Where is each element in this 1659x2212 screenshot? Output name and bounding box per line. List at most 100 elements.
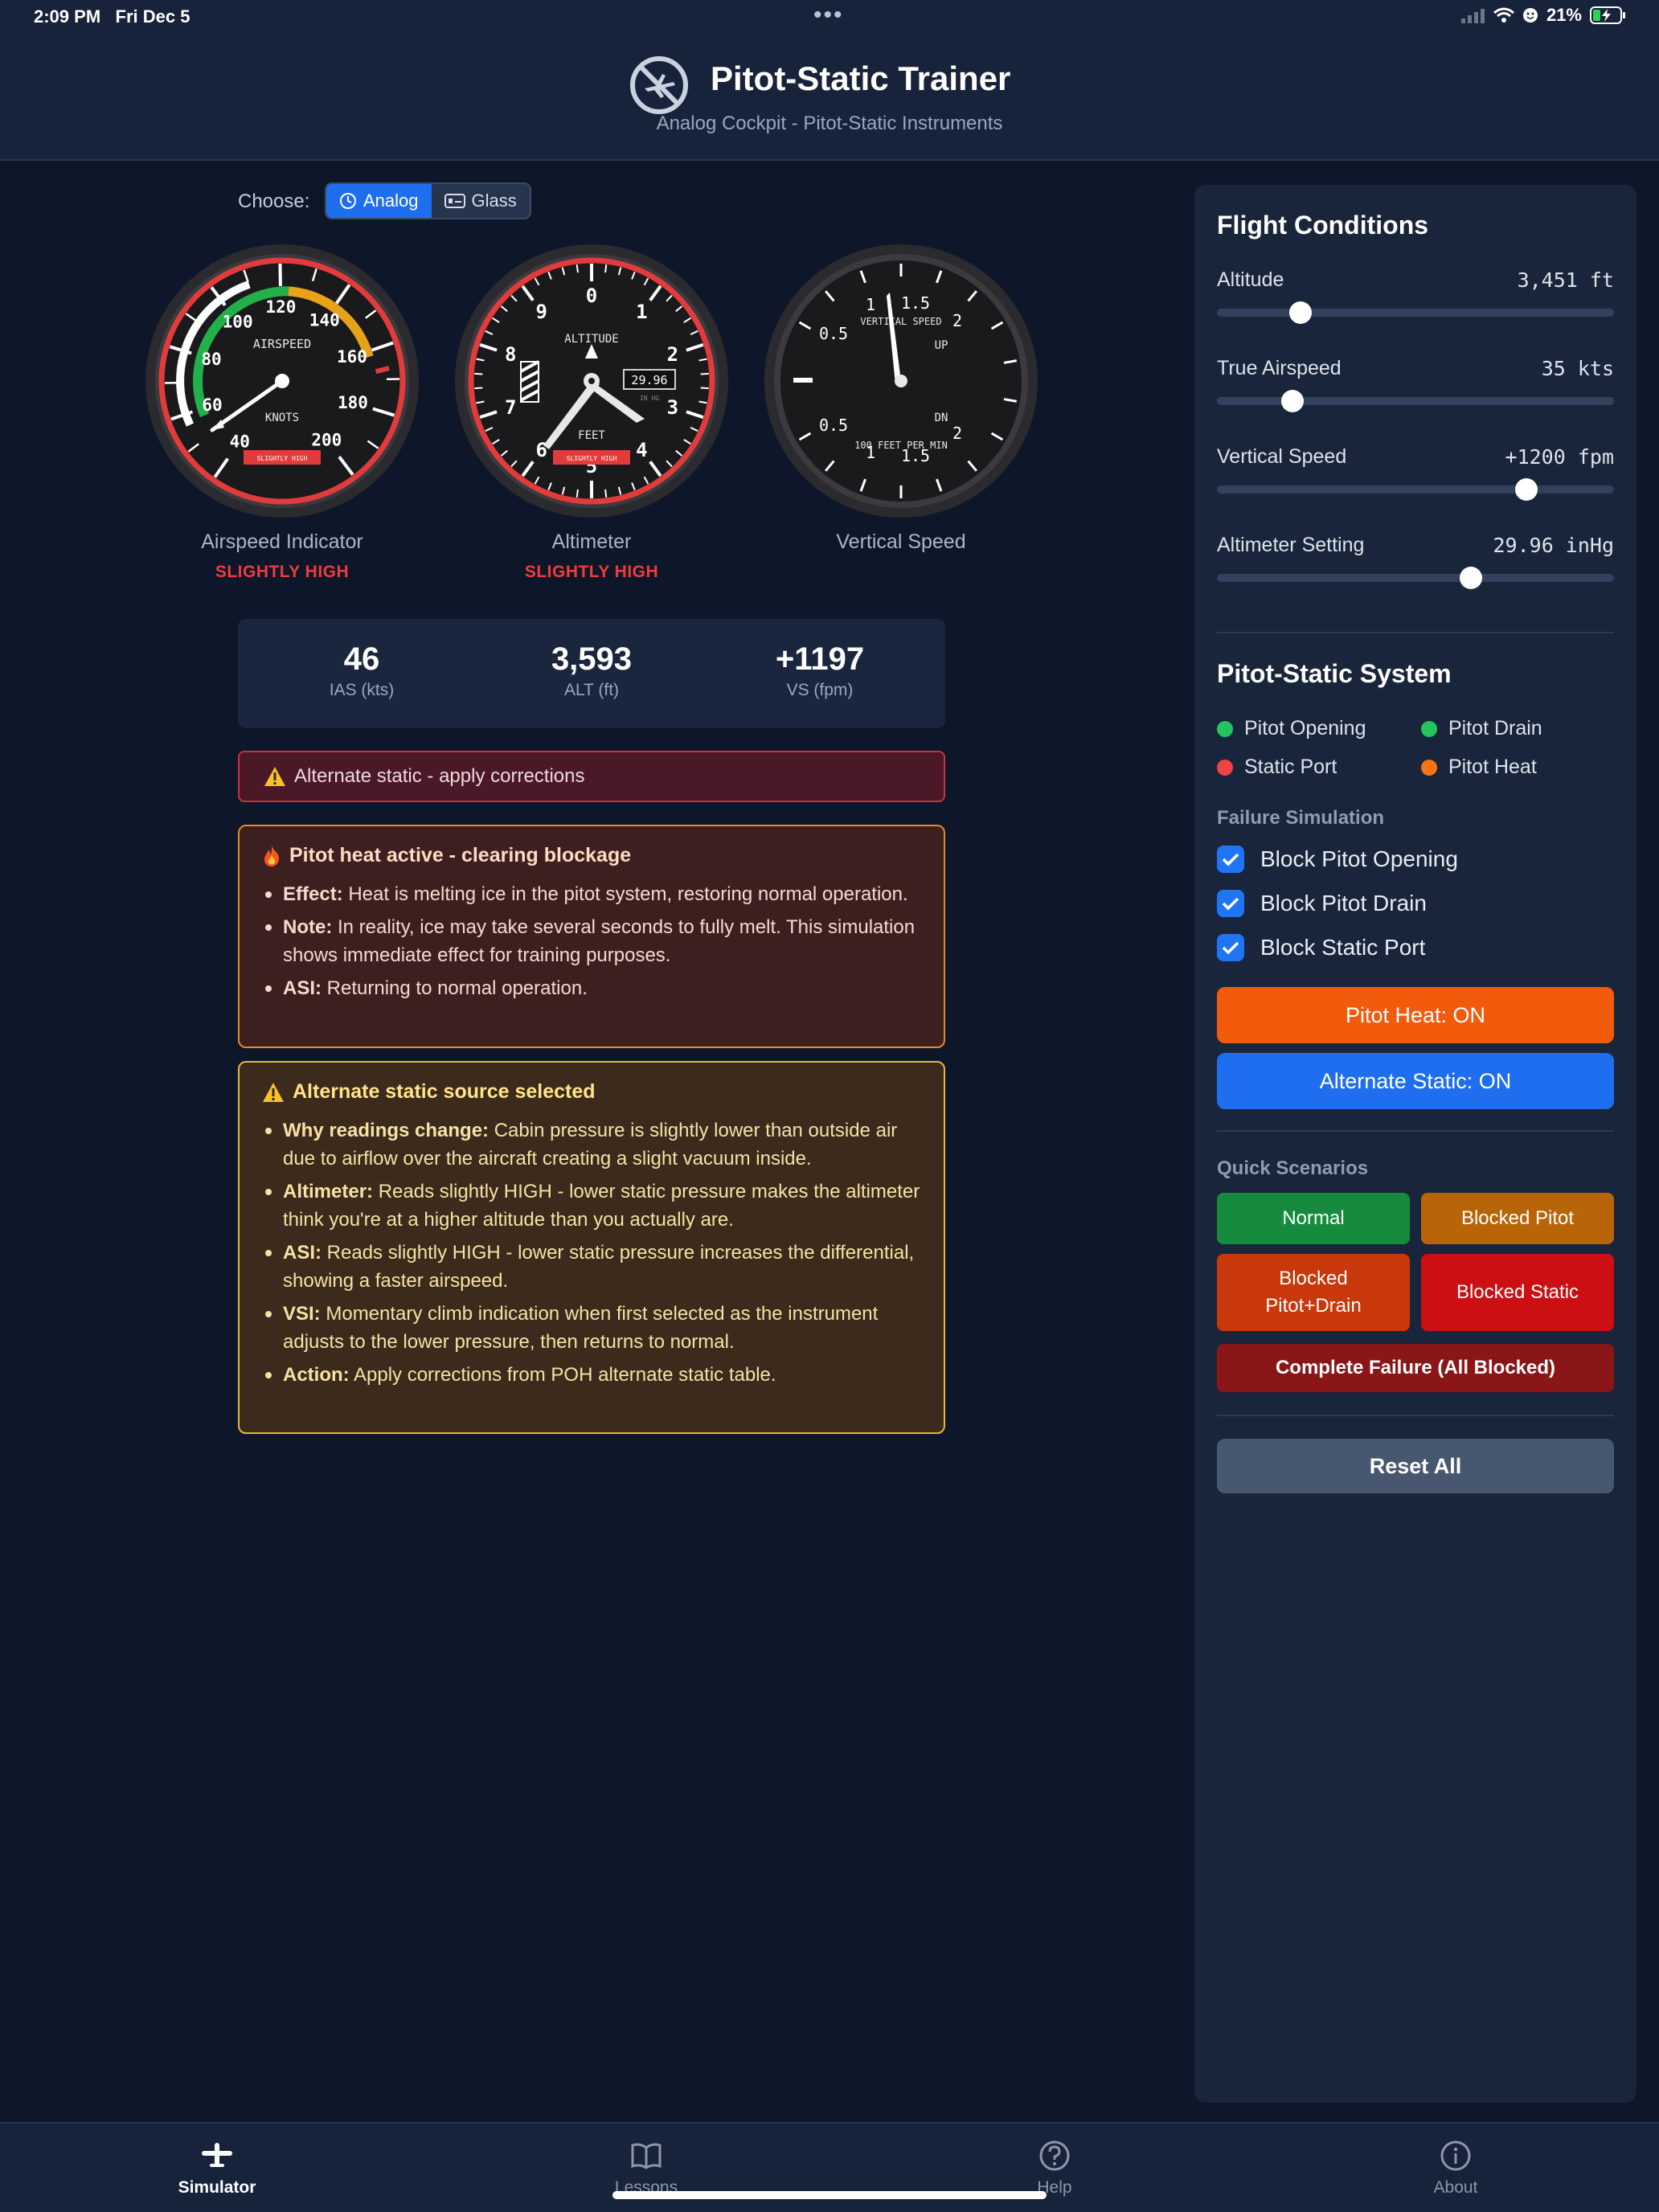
block-pitot-opening-label: Block Pitot Opening — [1260, 846, 1458, 871]
normal-scenario-button[interactable]: Normal — [1217, 1193, 1410, 1244]
alternate-static-banner: Alternate static - apply corrections — [238, 751, 945, 802]
block-static-port-label: Block Static Port — [1260, 935, 1426, 960]
banner-text: Alternate static - apply corrections — [294, 765, 585, 787]
glass-mode-button[interactable]: Glass — [432, 184, 530, 218]
altimeter-striped-flag — [520, 360, 539, 403]
altimeter-setting-slider-track[interactable] — [1217, 574, 1614, 582]
vsi-tick-15-up: 1.5 — [901, 293, 930, 313]
airspeed-tick-label: 40 — [230, 432, 250, 451]
status-dot — [1421, 759, 1437, 776]
pitot-static-heading: Pitot-Static System — [1217, 659, 1452, 688]
block-pitot-drain-checkbox-row[interactable]: Block Pitot Drain — [1217, 890, 1427, 917]
cellular-signal-icon — [1460, 9, 1485, 23]
alternate-static-list: Why readings change: Cabin pressure is s… — [262, 1116, 921, 1389]
altimeter-tick — [474, 372, 483, 375]
altimeter-label: Altimeter — [551, 530, 632, 553]
altitude-slider-value: 3,451 ft — [1517, 268, 1614, 292]
pitot-heat-toggle-button[interactable]: Pitot Heat: ON — [1217, 987, 1614, 1043]
legend-pitot-heat: Pitot Heat — [1421, 756, 1537, 779]
airspeed-tick-label: 140 — [309, 311, 340, 330]
vertical-speed-slider-thumb[interactable] — [1515, 478, 1538, 501]
checkbox-checked-icon[interactable] — [1217, 934, 1244, 961]
complete-failure-scenario-button[interactable]: Complete Failure (All Blocked) — [1217, 1344, 1614, 1392]
tab-about[interactable]: About — [1375, 2138, 1536, 2198]
vertical-speed-label: Vertical Speed — [836, 530, 966, 553]
tab-help[interactable]: Help — [974, 2138, 1135, 2198]
true-airspeed-slider-track[interactable] — [1217, 397, 1614, 405]
multitasking-dots-icon[interactable]: ••• — [813, 2, 844, 29]
vertical-speed-slider-label: Vertical Speed — [1217, 445, 1347, 468]
altimeter-face-title: ALTITUDE — [564, 333, 618, 346]
altitude-slider-label: Altitude — [1217, 268, 1284, 291]
clock-icon — [340, 193, 356, 209]
vsi-tick-2-dn: 2 — [952, 424, 962, 443]
info-icon — [1440, 2140, 1471, 2171]
legend-pitot-opening: Pitot Opening — [1217, 717, 1366, 740]
analog-mode-label: Analog — [363, 190, 419, 211]
legend-label: Pitot Heat — [1448, 756, 1537, 778]
vsi-up-label: UP — [935, 339, 948, 352]
ias-readout: 46 IAS (kts) — [281, 641, 442, 700]
chooser-label: Choose: — [238, 190, 310, 212]
checkbox-checked-icon[interactable] — [1217, 846, 1244, 873]
vs-label: VS (fpm) — [786, 681, 854, 699]
quick-scenarios-heading: Quick Scenarios — [1217, 1157, 1369, 1179]
list-item: Why readings change: Cabin pressure is s… — [262, 1116, 921, 1173]
warning-icon — [263, 1082, 284, 1102]
airspeed-tick-label: 120 — [265, 297, 296, 317]
legend-pitot-drain: Pitot Drain — [1421, 717, 1542, 740]
blocked-pitot-drain-scenario-button[interactable]: Blocked Pitot+Drain — [1217, 1254, 1410, 1331]
list-item: Effect: Heat is melting ice in the pitot… — [262, 880, 921, 908]
airspeed-tick-label: 160 — [337, 347, 367, 367]
true-airspeed-slider-thumb[interactable] — [1280, 390, 1304, 412]
vsi-dn-label: DN — [935, 412, 948, 424]
vertical-speed-slider-track[interactable] — [1217, 485, 1614, 494]
digital-readouts-panel: 46 IAS (kts) 3,593 ALT (ft) +1197 VS (fp… — [238, 619, 945, 728]
vsi-tick-2-up: 2 — [952, 311, 962, 330]
reset-all-button[interactable]: Reset All — [1217, 1439, 1614, 1493]
analog-mode-button[interactable]: Analog — [326, 184, 432, 218]
status-time: 2:09 PM Fri Dec 5 — [34, 6, 190, 27]
status-indicators: 21% — [1460, 5, 1627, 26]
altimeter-setting-slider-label: Altimeter Setting — [1217, 534, 1365, 556]
airspeed-tick-label: 200 — [311, 430, 342, 449]
status-dot — [1421, 720, 1437, 737]
blocked-static-scenario-button[interactable]: Blocked Static — [1421, 1254, 1614, 1331]
altitude-slider-thumb[interactable] — [1288, 301, 1312, 324]
vertical-speed-slider-value: +1200 fpm — [1505, 445, 1614, 469]
tab-lessons[interactable]: Lessons — [566, 2138, 727, 2198]
alternate-static-info-box: Alternate static source selected Why rea… — [238, 1061, 945, 1434]
display-mode-chooser: Analog Glass — [325, 182, 531, 219]
list-item: ASI: Reads slightly HIGH - lower static … — [262, 1239, 921, 1295]
altimeter-setting-slider-thumb[interactable] — [1460, 567, 1483, 589]
block-pitot-opening-checkbox-row[interactable]: Block Pitot Opening — [1217, 846, 1458, 873]
glass-mode-label: Glass — [471, 190, 517, 211]
altimeter-digit: 7 — [505, 396, 516, 419]
battery-charging-icon — [1590, 6, 1625, 24]
true-airspeed-slider-label: True Airspeed — [1217, 357, 1342, 379]
altimeter-flag-text: SLIGHTLY HIGH — [567, 455, 617, 462]
altimeter-tick — [604, 489, 608, 498]
tab-simulator[interactable]: Simulator — [137, 2138, 297, 2198]
block-static-port-checkbox-row[interactable]: Block Static Port — [1217, 934, 1425, 961]
vertical-speed-dial: VERTICAL SPEED 100 FEET PER MIN UP DN 0.… — [764, 244, 1038, 518]
altimeter-tick — [700, 387, 709, 390]
status-date: Fri Dec 5 — [115, 6, 190, 27]
blocked-pitot-scenario-button[interactable]: Blocked Pitot — [1421, 1193, 1614, 1244]
vertical-speed-gauge: VERTICAL SPEED 100 FEET PER MIN UP DN 0.… — [763, 243, 1039, 519]
altitude-slider-track[interactable] — [1217, 309, 1614, 317]
warning-icon — [264, 767, 285, 786]
no-flying-logo-icon — [630, 56, 688, 114]
battery-percent: 21% — [1546, 5, 1582, 25]
home-indicator[interactable] — [612, 2191, 1047, 2199]
book-icon — [631, 2143, 662, 2169]
altimeter-digit: 4 — [636, 439, 647, 461]
altimeter-digit: 2 — [667, 343, 678, 366]
alternate-static-toggle-button[interactable]: Alternate Static: ON — [1217, 1053, 1614, 1109]
checkbox-checked-icon[interactable] — [1217, 890, 1244, 917]
altimeter-tick — [576, 489, 579, 498]
altimeter-face-unit: FEET — [578, 429, 605, 442]
airspeed-dial: AIRSPEED KNOTS 406080100120140160180200 … — [145, 244, 419, 518]
vs-value: +1197 — [775, 641, 865, 677]
vsi-face-title: VERTICAL SPEED — [860, 316, 941, 327]
